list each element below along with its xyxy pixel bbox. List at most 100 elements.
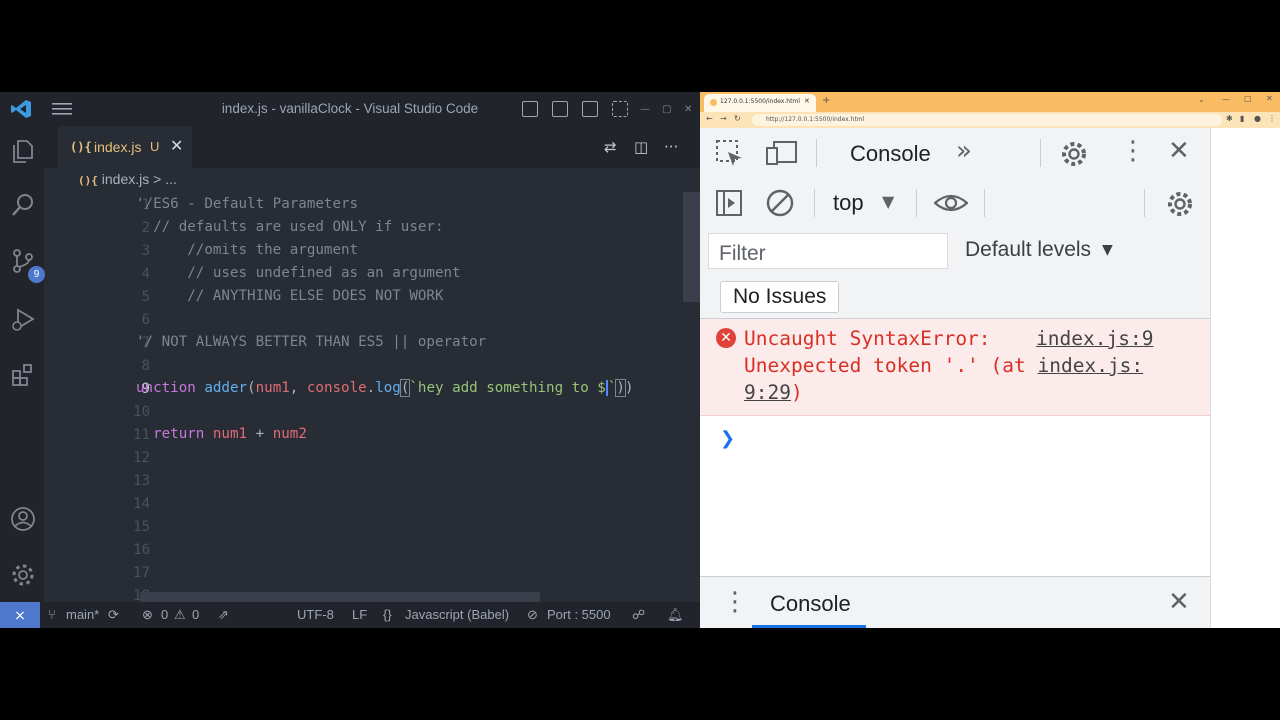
more-actions-icon[interactable]: ···	[664, 138, 678, 156]
drawer-tab-console[interactable]: Console	[770, 591, 851, 617]
branch-icon[interactable]: ⑂	[48, 607, 56, 622]
git-branch[interactable]: main*	[66, 607, 99, 622]
extensions-icon[interactable]	[10, 362, 36, 388]
dropdown-arrow-icon: ▼	[882, 192, 895, 211]
customize-menu-icon[interactable]: ⋮	[1120, 136, 1146, 166]
drawer-menu-icon[interactable]: ⋮	[722, 587, 748, 617]
close-tab-icon[interactable]: ✕	[170, 136, 183, 155]
split-editor-icon[interactable]: ◫	[634, 138, 648, 156]
separator	[984, 189, 985, 217]
minimize-icon[interactable]: —	[1222, 95, 1230, 104]
toggle-secondary-sidebar-icon[interactable]	[582, 101, 598, 117]
menu-icon[interactable]: ⋮	[1268, 114, 1276, 123]
tab-index-js[interactable]: (){ index.js U ✕	[58, 126, 192, 169]
close-window-icon[interactable]: ✕	[1266, 94, 1273, 103]
tab-search-icon[interactable]: ⌄	[1198, 95, 1205, 104]
port-icon: ⊘	[527, 607, 538, 622]
more-tabs-icon[interactable]: »	[956, 136, 972, 166]
close-devtools-icon[interactable]: ✕	[1168, 136, 1190, 166]
maximize-icon[interactable]: ▢	[662, 104, 671, 115]
context-selector[interactable]: top	[833, 190, 864, 216]
tab-console[interactable]: Console	[850, 141, 931, 167]
log-levels-dropdown[interactable]: Default levels	[965, 238, 1091, 262]
notifications-bell-icon[interactable]: 🔔︎	[667, 607, 684, 623]
language-mode[interactable]: Javascript (Babel)	[405, 607, 509, 622]
minimize-icon[interactable]: —	[640, 104, 650, 115]
tab-filename: index.js	[94, 139, 142, 155]
show-sidebar-icon[interactable]	[716, 190, 742, 216]
code-line-return: return num1 + num2	[136, 426, 307, 442]
inspect-element-icon[interactable]	[716, 140, 744, 168]
customize-layout-icon[interactable]	[612, 101, 628, 117]
horizontal-scrollbar[interactable]	[140, 592, 540, 602]
toggle-primary-sidebar-icon[interactable]	[522, 101, 538, 117]
vscode-window: index.js - vanillaClock - Visual Studio …	[0, 92, 700, 628]
explorer-icon[interactable]	[10, 138, 36, 164]
back-icon[interactable]: ←	[706, 114, 713, 123]
reload-icon[interactable]: ↻	[734, 114, 741, 123]
sidebar-icon[interactable]: ▮	[1240, 114, 1244, 123]
settings-gear-icon[interactable]	[10, 562, 36, 588]
profile-icon[interactable]: ●	[1254, 114, 1261, 123]
search-icon[interactable]	[10, 192, 36, 218]
live-share-icon[interactable]: ⇗	[218, 607, 229, 623]
code-line-comment: // defaults are used ONLY if user:	[136, 219, 444, 235]
error-count[interactable]: 0	[161, 607, 168, 622]
tab-untracked-status: U	[150, 139, 160, 154]
console-prompt-icon[interactable]: ❯	[720, 428, 735, 449]
function-name: adder	[204, 380, 248, 396]
code-line-comment: '/ NOT ALWAYS BETTER THAN ES5 || operato…	[136, 334, 487, 350]
remote-icon[interactable]: ⨯	[0, 602, 40, 628]
vertical-scrollbar[interactable]	[683, 192, 700, 302]
toggle-panel-icon[interactable]	[552, 101, 568, 117]
close-window-icon[interactable]: ✕	[684, 104, 692, 115]
accounts-feedback-icon[interactable]: ☍	[632, 607, 645, 623]
close-drawer-icon[interactable]: ✕	[1168, 587, 1190, 617]
breadcrumb-more[interactable]: ...	[165, 171, 177, 187]
browser-tab-strip: 127.0.0.1:5500/index.html ✕ + ⌄ — ▢ ✕	[700, 92, 1280, 112]
forward-icon[interactable]: →	[720, 114, 727, 123]
error-location-link[interactable]: index.js:	[1038, 354, 1144, 377]
close-tab-icon[interactable]: ✕	[804, 97, 810, 105]
breadcrumb-file[interactable]: index.js	[102, 171, 149, 187]
separator	[814, 189, 815, 217]
code-line-function: unction adder(num1, console.log(`hey add…	[136, 379, 634, 397]
warning-count[interactable]: 0	[192, 607, 199, 622]
run-debug-icon[interactable]	[10, 306, 36, 332]
line-number: 14	[133, 496, 150, 512]
maximize-icon[interactable]: ▢	[1244, 94, 1252, 103]
filter-row: Filter Default levels ▼	[700, 228, 1210, 276]
open-changes-icon[interactable]: ⇄	[604, 138, 617, 156]
separator	[1144, 189, 1145, 217]
url-text: http://127.0.0.1:5500/index.html	[766, 116, 865, 123]
live-server-port[interactable]: Port : 5500	[547, 607, 611, 622]
console-settings-gear-icon[interactable]	[1166, 190, 1194, 218]
extensions-icon[interactable]: ✱	[1226, 114, 1233, 123]
live-expression-eye-icon[interactable]	[934, 192, 968, 214]
accounts-icon[interactable]	[10, 506, 36, 532]
source-control-badge: 9	[28, 266, 45, 283]
code-line-comment: // ANYTHING ELSE DOES NOT WORK	[136, 288, 444, 304]
code-editor[interactable]: 1 2 3 4 5 6 7 8 9 10 11 12 13 14 15 16 1…	[44, 192, 700, 604]
error-text-line1: Uncaught SyntaxError: index.js:9	[744, 327, 1153, 350]
separator	[816, 139, 817, 167]
line-number: 16	[133, 542, 150, 558]
devtools-tabbar: Console » ⋮ ✕	[700, 128, 1210, 179]
separator	[1040, 139, 1041, 167]
new-tab-icon[interactable]: +	[822, 95, 830, 106]
address-bar[interactable]: http://127.0.0.1:5500/index.html	[752, 114, 1222, 126]
filter-input[interactable]: Filter	[708, 233, 948, 269]
sync-icon[interactable]: ⟳	[108, 607, 119, 623]
operator: +	[255, 426, 265, 442]
issues-button[interactable]: No Issues	[720, 281, 840, 313]
end-of-line[interactable]: LF	[352, 607, 367, 622]
browser-toolbar: ← → ↻ http://127.0.0.1:5500/index.html ✱…	[700, 112, 1280, 128]
encoding[interactable]: UTF-8	[297, 607, 334, 622]
settings-gear-icon[interactable]	[1060, 140, 1088, 168]
device-toolbar-icon[interactable]	[766, 140, 798, 166]
error-location-link-cont[interactable]: 9:29	[744, 381, 791, 404]
browser-tab[interactable]: 127.0.0.1:5500/index.html ✕	[704, 94, 816, 112]
error-icon: ✕	[716, 328, 736, 348]
clear-console-icon[interactable]	[766, 189, 794, 217]
error-source-link[interactable]: index.js:9	[1036, 327, 1153, 350]
